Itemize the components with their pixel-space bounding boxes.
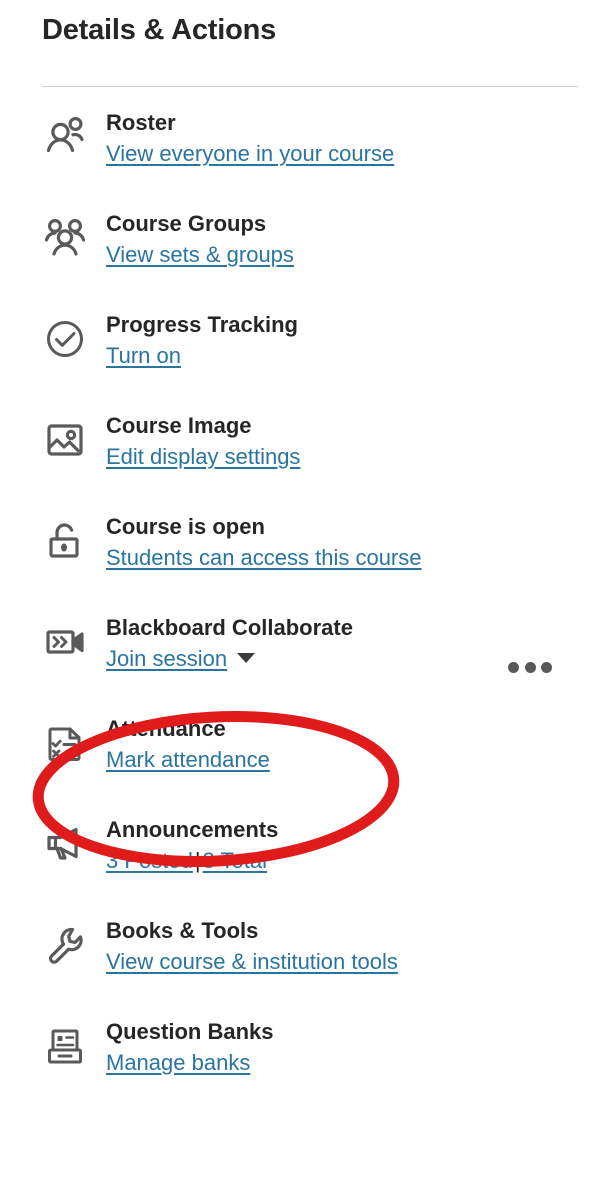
list-item-announcements[interactable]: Announcements 3 Posted|3 Total [0,815,600,916]
list-item-title: Progress Tracking [106,312,298,337]
list-item-course-groups[interactable]: Course Groups View sets & groups [0,209,600,310]
list-item-title: Course Groups [106,211,267,236]
details-actions-list: Roster View everyone in your course Cour… [0,108,600,1118]
course-image-picture-icon [42,417,88,463]
list-item-link-roster[interactable]: View everyone in your course [106,141,394,166]
list-item-title: Attendance [106,716,226,741]
list-item-roster[interactable]: Roster View everyone in your course [0,108,600,209]
list-item-link-question-banks[interactable]: Manage banks [106,1050,250,1075]
list-item-title: Announcements [106,817,279,842]
list-item-title: Question Banks [106,1019,274,1044]
ellipsis-dot [524,661,536,673]
details-and-actions-panel: Details & Actions Roster View everyone i… [0,0,600,1180]
list-item-link-mark-attendance[interactable]: Mark attendance [106,747,270,772]
link-separator: | [194,848,201,873]
list-item-link-join-session[interactable]: Join session [106,646,227,671]
header-divider [42,86,578,87]
list-item-link-course-open[interactable]: Students can access this course [106,545,422,570]
list-item-progress-tracking[interactable]: Progress Tracking Turn on [0,310,600,411]
list-item-link-course-groups[interactable]: View sets & groups [106,242,294,267]
list-item-attendance[interactable]: Attendance Mark attendance [0,714,600,815]
list-item-link-course-image[interactable]: Edit display settings [106,444,300,469]
list-item-title: Course Image [106,413,252,438]
list-item-title: Course is open [106,514,265,539]
list-item-question-banks[interactable]: Question Banks Manage banks [0,1017,600,1118]
course-groups-people-icon [42,215,88,261]
page-title: Details & Actions [42,14,277,46]
list-item-course-open[interactable]: Course is open Students can access this … [0,512,600,613]
list-item-books-and-tools[interactable]: Books & Tools View course & institution … [0,916,600,1017]
list-item-title: Books & Tools [106,918,259,943]
ellipsis-dot [508,661,519,673]
list-item-link-posted[interactable]: 3 Posted [106,848,193,873]
ellipsis-dot [541,661,552,673]
progress-check-circle-icon [42,316,88,362]
megaphone-icon [42,821,88,867]
question-banks-icon [42,1023,88,1069]
wrench-icon [42,922,88,968]
chevron-down-icon[interactable] [237,653,256,663]
list-item-course-image[interactable]: Course Image Edit display settings [0,411,600,512]
roster-people-icon [42,114,88,160]
attendance-clipboard-icon [42,720,88,766]
list-item-link-total[interactable]: 3 Total [203,848,267,873]
list-item-title: Blackboard Collaborate [106,615,353,640]
unlock-icon [42,518,88,564]
list-item-title: Roster [106,110,176,135]
more-options-ellipsis-icon[interactable] [508,655,552,679]
video-camera-icon [42,619,88,665]
list-item-link-books-and-tools[interactable]: View course & institution tools [106,949,398,974]
list-item-link-progress-tracking[interactable]: Turn on [106,343,181,368]
